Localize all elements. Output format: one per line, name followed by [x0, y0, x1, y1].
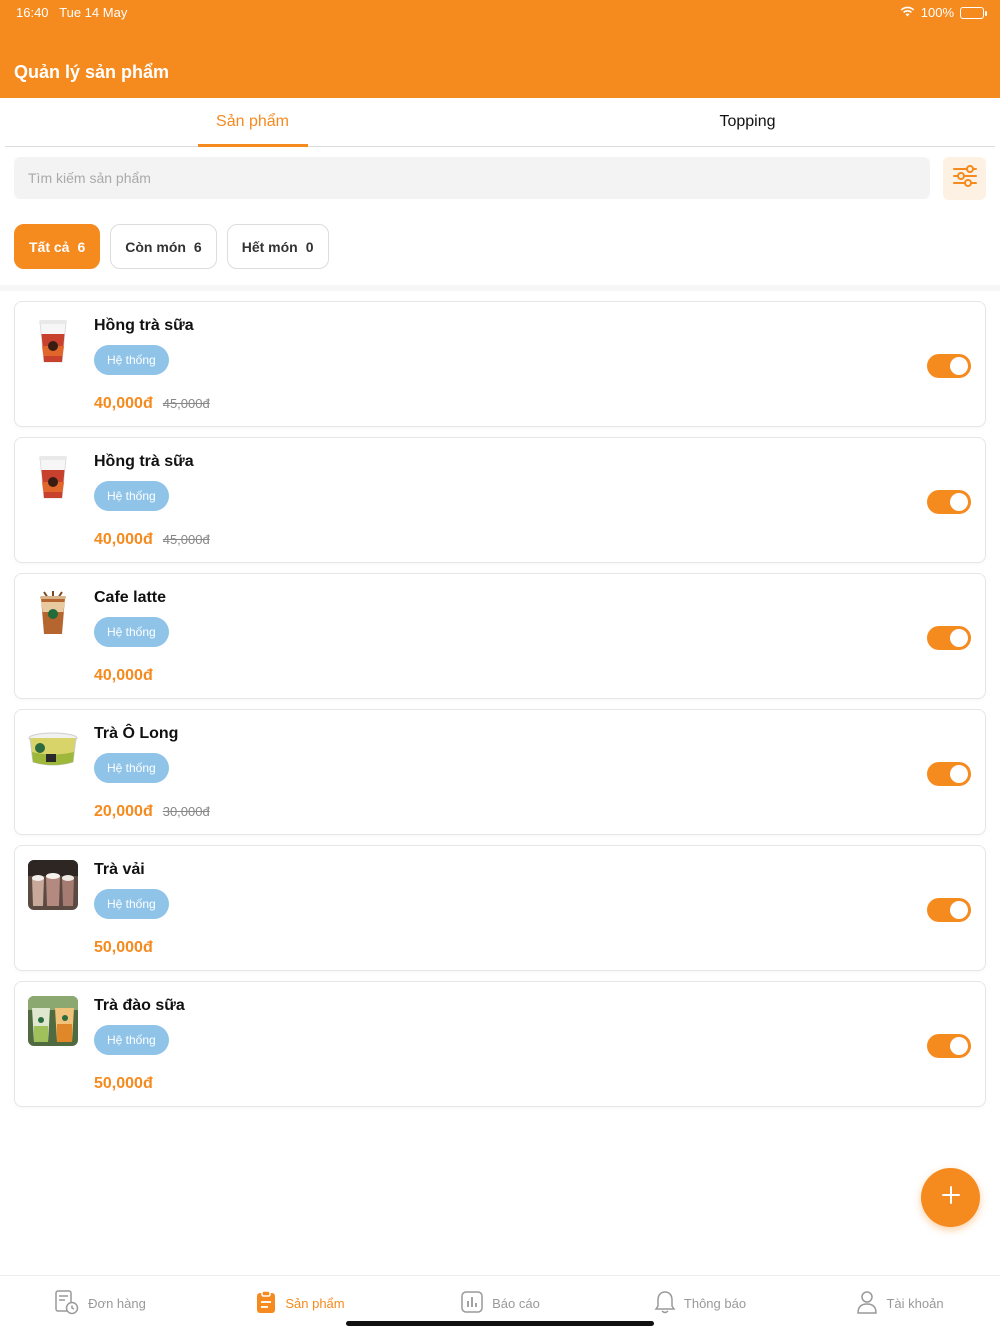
product-card[interactable]: Cafe latte Hệ thống 40,000đ [14, 573, 986, 699]
search-input[interactable] [14, 157, 930, 199]
status-filter-chips: Tất cả 6 Còn món 6 Hết món 0 [14, 224, 329, 269]
product-price: 40,000đ [94, 667, 153, 684]
nav-orders-label: Đơn hàng [88, 1296, 146, 1311]
product-name: Trà Ô Long [94, 725, 179, 742]
product-price: 50,000đ [94, 1075, 153, 1092]
status-date: Tue 14 May [59, 5, 128, 20]
source-badge: Hệ thống [94, 1025, 169, 1055]
product-management-screen: 16:40 Tue 14 May 100% Quản lý sản phẩm S… [0, 0, 1000, 1334]
product-old-price: 45,000đ [162, 532, 210, 547]
tab-topping-label: Topping [719, 113, 776, 130]
product-card[interactable]: Trà Ô Long Hệ thống 20,000đ 30,000đ [14, 709, 986, 835]
nav-orders[interactable]: Đơn hàng [0, 1276, 200, 1334]
user-icon [856, 1289, 878, 1318]
app-header: 16:40 Tue 14 May 100% Quản lý sản phẩm [0, 0, 1000, 98]
tab-bar: Sản phẩm Topping [5, 98, 995, 147]
chip-sold-out-count: 0 [305, 238, 314, 255]
status-clock: 16:40 [16, 5, 49, 20]
lychee-tea-photo [28, 860, 78, 910]
battery-icon [960, 6, 987, 19]
latte-cup-image [28, 588, 78, 638]
product-price: 20,000đ [94, 803, 153, 820]
availability-toggle[interactable] [927, 626, 971, 650]
add-product-button[interactable] [921, 1168, 980, 1227]
oolong-glass-image [28, 724, 78, 774]
product-prices: 50,000đ [94, 939, 153, 957]
product-list: Hồng trà sữa Hệ thống 40,000đ 45,000đ Hồ… [14, 301, 986, 1117]
product-name: Hồng trà sữa [94, 453, 194, 470]
product-prices: 20,000đ 30,000đ [94, 803, 210, 821]
wifi-icon [900, 5, 915, 20]
status-time: 16:40 Tue 14 May [16, 5, 127, 20]
chip-sold-out[interactable]: Hết món 0 [226, 224, 329, 269]
product-prices: 40,000đ [94, 667, 153, 685]
product-name: Trà đào sữa [94, 997, 185, 1014]
product-card[interactable]: Hồng trà sữa Hệ thống 40,000đ 45,000đ [14, 301, 986, 427]
tab-products[interactable]: Sản phẩm [5, 98, 500, 147]
nav-account-label: Tài khoản [886, 1296, 944, 1311]
chip-all-count: 6 [77, 238, 86, 255]
nav-notifications-label: Thông báo [683, 1296, 747, 1311]
orders-icon [54, 1289, 80, 1318]
source-badge: Hệ thống [94, 481, 169, 511]
tab-products-label: Sản phẩm [216, 113, 289, 130]
product-card[interactable]: Hồng trà sữa Hệ thống 40,000đ 45,000đ [14, 437, 986, 563]
bell-icon [654, 1289, 676, 1318]
chip-available-label: Còn món [125, 238, 186, 255]
chip-sold-out-label: Hết món [241, 238, 298, 255]
availability-toggle[interactable] [927, 898, 971, 922]
chip-all[interactable]: Tất cả 6 [14, 224, 101, 269]
tab-topping[interactable]: Topping [500, 98, 995, 146]
source-badge: Hệ thống [94, 753, 169, 783]
availability-toggle[interactable] [927, 354, 971, 378]
peach-tea-photo [28, 996, 78, 1046]
section-divider [0, 285, 1000, 291]
product-prices: 40,000đ 45,000đ [94, 531, 210, 549]
product-card[interactable]: Trà đào sữa Hệ thống 50,000đ [14, 981, 986, 1107]
source-badge: Hệ thống [94, 617, 169, 647]
product-name: Cafe latte [94, 589, 167, 606]
chip-available[interactable]: Còn món 6 [110, 224, 217, 269]
filter-button[interactable] [943, 157, 986, 200]
product-old-price: 30,000đ [162, 804, 210, 819]
battery-percent: 100% [920, 5, 954, 20]
nav-reports-label: Báo cáo [492, 1296, 540, 1311]
nav-products-label: Sản phẩm [285, 1296, 345, 1311]
home-indicator [346, 1321, 654, 1326]
status-indicators: 100% [900, 5, 987, 20]
product-prices: 40,000đ 45,000đ [94, 395, 210, 413]
availability-toggle[interactable] [927, 490, 971, 514]
sliders-icon [952, 165, 977, 192]
source-badge: Hệ thống [94, 345, 169, 375]
nav-account[interactable]: Tài khoản [800, 1276, 1000, 1334]
tab-active-indicator [198, 144, 308, 147]
product-name: Trà vải [94, 861, 145, 878]
chip-available-count: 6 [193, 238, 202, 255]
page-title: Quản lý sản phẩm [14, 62, 170, 82]
product-old-price: 45,000đ [162, 396, 210, 411]
chip-all-label: Tất cả [29, 238, 70, 255]
milk-tea-cup-image [28, 452, 78, 502]
product-prices: 50,000đ [94, 1075, 153, 1093]
plus-icon [941, 1186, 960, 1209]
source-badge: Hệ thống [94, 889, 169, 919]
product-card[interactable]: Trà vải Hệ thống 50,000đ [14, 845, 986, 971]
availability-toggle[interactable] [927, 762, 971, 786]
product-price: 40,000đ [94, 395, 153, 412]
product-price: 40,000đ [94, 531, 153, 548]
product-price: 50,000đ [94, 939, 153, 956]
product-name: Hồng trà sữa [94, 317, 194, 334]
milk-tea-cup-image [28, 316, 78, 366]
clipboard-icon [255, 1290, 277, 1317]
chart-icon [460, 1290, 484, 1317]
availability-toggle[interactable] [927, 1034, 971, 1058]
